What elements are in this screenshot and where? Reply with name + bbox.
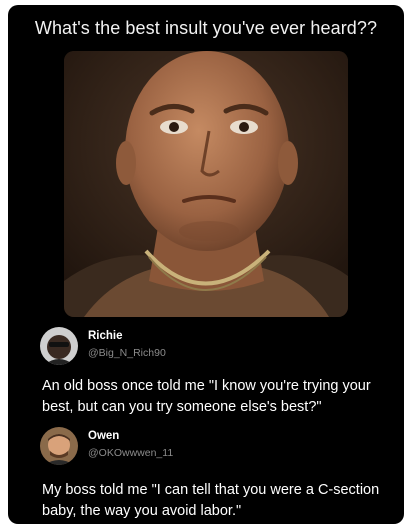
author-name[interactable]: Richie bbox=[88, 330, 123, 342]
reply-text: An old boss once told me "I know you're … bbox=[42, 378, 371, 415]
author-name[interactable]: Owen bbox=[88, 430, 119, 442]
reply-text: My boss told me "I can tell that you wer… bbox=[42, 482, 380, 519]
avatar[interactable] bbox=[40, 327, 78, 365]
post-image[interactable] bbox=[64, 51, 348, 317]
avatar[interactable] bbox=[40, 427, 78, 465]
author-handle[interactable]: @Big_N_Rich90 bbox=[88, 347, 166, 359]
author-handle[interactable]: @OKOwwwen_11 bbox=[88, 447, 173, 459]
post-title: What's the best insult you've ever heard… bbox=[34, 18, 378, 38]
post-card: What's the best insult you've ever heard… bbox=[8, 5, 404, 524]
